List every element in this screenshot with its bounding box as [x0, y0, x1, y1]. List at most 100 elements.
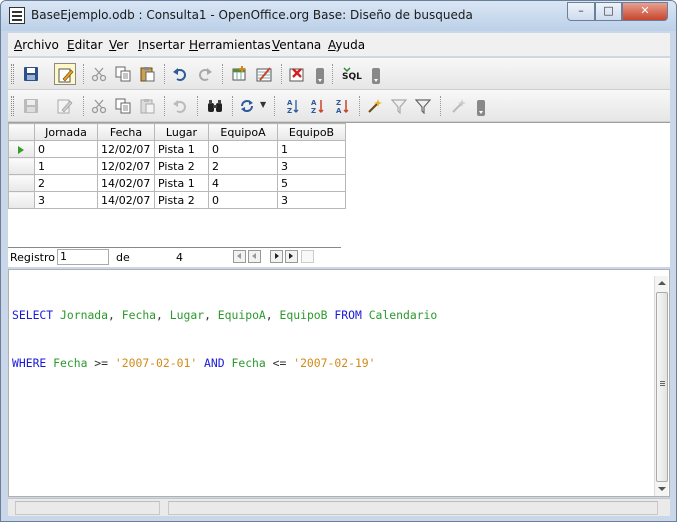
apply-filter-icon [415, 99, 431, 114]
column-header-fecha[interactable]: Fecha [97, 123, 155, 141]
menu-ayuda[interactable]: Ayuda [328, 38, 365, 52]
cell-fecha[interactable]: 12/02/07 [97, 140, 155, 158]
redo-button[interactable] [194, 63, 216, 85]
cell-lugar[interactable]: Pista 2 [154, 191, 209, 209]
record-number-field[interactable]: 1 [57, 249, 109, 265]
sql-view-button[interactable]: SQL [340, 63, 362, 85]
copy-button[interactable] [112, 63, 134, 85]
undo-record-button[interactable] [169, 95, 191, 117]
cell-jornada[interactable]: 3 [34, 191, 98, 209]
row-selector[interactable] [8, 174, 35, 192]
sql-token: , [204, 308, 218, 322]
sql-line-1: SELECT Jornada, Fecha, Lugar, EquipoA, E… [12, 307, 437, 323]
save-record-icon [24, 99, 38, 113]
scroll-up-arrow-icon[interactable] [658, 281, 666, 285]
next-record-button[interactable] [270, 250, 283, 263]
find-record-button[interactable] [204, 95, 226, 117]
scroll-down-arrow-icon[interactable] [658, 487, 666, 491]
toolbar-grip[interactable] [11, 96, 14, 116]
cell-equipoa[interactable]: 0 [208, 140, 278, 158]
cell-equipoa[interactable]: 2 [208, 157, 278, 175]
autofilter-icon [368, 99, 382, 113]
cell-jornada[interactable]: 1 [34, 157, 98, 175]
row-selector[interactable] [8, 140, 35, 158]
menu-insertar[interactable]: Insertar [138, 38, 185, 52]
paste-button-2[interactable] [136, 95, 158, 117]
row-selector[interactable] [8, 157, 35, 175]
save-button[interactable] [20, 63, 42, 85]
cell-fecha[interactable]: 12/02/07 [97, 157, 155, 175]
svg-text:A: A [287, 99, 293, 107]
sql-token: WHERE [12, 356, 47, 370]
table-row[interactable]: 2 14/02/07 Pista 1 4 5 [8, 174, 346, 192]
save-record-button[interactable] [20, 95, 42, 117]
design-view-button[interactable] [253, 63, 275, 85]
svg-text:Z: Z [287, 107, 292, 114]
scroll-thumb[interactable] [656, 292, 668, 482]
table-row[interactable]: 3 14/02/07 Pista 2 0 3 [8, 191, 346, 209]
cell-equipoa[interactable]: 0 [208, 191, 278, 209]
refresh-button[interactable] [236, 95, 258, 117]
sort-descending-button[interactable]: AZ [306, 95, 328, 117]
cut-button[interactable] [88, 63, 110, 85]
clear-query-button[interactable] [286, 63, 308, 85]
sql-statement[interactable]: SELECT Jornada, Fecha, Lugar, EquipoA, E… [12, 275, 437, 403]
minimize-button[interactable]: – [567, 2, 595, 21]
edit-mode-button[interactable] [54, 63, 76, 85]
toolbar-grip[interactable] [11, 64, 14, 84]
menu-ver[interactable]: Ver [109, 38, 129, 52]
cut-button-2[interactable] [88, 95, 110, 117]
first-record-button[interactable] [233, 250, 246, 263]
apply-filter-button[interactable] [412, 95, 434, 117]
cell-fecha[interactable]: 14/02/07 [97, 174, 155, 192]
title-bar[interactable]: BaseEjemplo.odb : Consulta1 - OpenOffice… [1, 1, 676, 31]
undo-button[interactable] [169, 63, 191, 85]
cell-equipob[interactable]: 5 [277, 174, 346, 192]
cell-equipob[interactable]: 3 [277, 157, 346, 175]
toolbar-separator [83, 64, 84, 84]
column-header-lugar[interactable]: Lugar [154, 123, 209, 141]
last-record-button[interactable] [285, 250, 298, 263]
refresh-dropdown-arrow[interactable]: ▼ [260, 100, 270, 120]
menu-ventana[interactable]: Ventana [272, 38, 321, 52]
cell-jornada[interactable]: 2 [34, 174, 98, 192]
add-table-button[interactable] [228, 63, 250, 85]
sort-button[interactable]: ZA [331, 95, 353, 117]
cell-lugar[interactable]: Pista 1 [154, 140, 209, 158]
cell-fecha[interactable]: 14/02/07 [97, 191, 155, 209]
remove-filter-button[interactable] [448, 95, 470, 117]
sort-ascending-button[interactable]: AZ [281, 95, 303, 117]
cell-jornada[interactable]: 0 [34, 140, 98, 158]
row-selector[interactable] [8, 191, 35, 209]
menu-editar[interactable]: Editar [67, 38, 103, 52]
maximize-button[interactable]: □ [595, 2, 622, 21]
menu-archivo[interactable]: Archivo [14, 38, 59, 52]
column-header-equipoa[interactable]: EquipoA [208, 123, 278, 141]
new-record-button[interactable] [301, 250, 314, 263]
toolbar-overflow-chevron[interactable] [316, 68, 324, 84]
toolbar-overflow-chevron[interactable] [477, 100, 485, 116]
menu-herramientas[interactable]: Herramientas [189, 38, 271, 52]
cell-lugar[interactable]: Pista 1 [154, 174, 209, 192]
toolbar-overflow-chevron[interactable] [372, 68, 380, 84]
copy-button-2[interactable] [112, 95, 134, 117]
cell-equipob[interactable]: 1 [277, 140, 346, 158]
previous-record-button[interactable] [248, 250, 261, 263]
sql-editor[interactable]: SELECT Jornada, Fecha, Lugar, EquipoA, E… [8, 269, 670, 497]
edit-data-button[interactable] [54, 95, 76, 117]
column-header-equipob[interactable]: EquipoB [277, 123, 346, 141]
svg-text:A: A [311, 99, 317, 107]
table-row[interactable]: 0 12/02/07 Pista 1 0 1 [8, 140, 346, 158]
cell-lugar[interactable]: Pista 2 [154, 157, 209, 175]
cell-equipoa[interactable]: 4 [208, 174, 278, 192]
table-row[interactable]: 1 12/02/07 Pista 2 2 3 [8, 157, 346, 175]
vertical-scrollbar[interactable] [654, 276, 668, 496]
autofilter-button[interactable] [364, 95, 386, 117]
close-button[interactable]: ✕ [622, 2, 668, 21]
corner-header[interactable] [8, 123, 35, 141]
column-header-jornada[interactable]: Jornada [34, 123, 98, 141]
paste-button[interactable] [136, 63, 158, 85]
standard-filter-button[interactable] [388, 95, 410, 117]
cell-equipob[interactable]: 3 [277, 191, 346, 209]
status-cell [15, 501, 160, 515]
